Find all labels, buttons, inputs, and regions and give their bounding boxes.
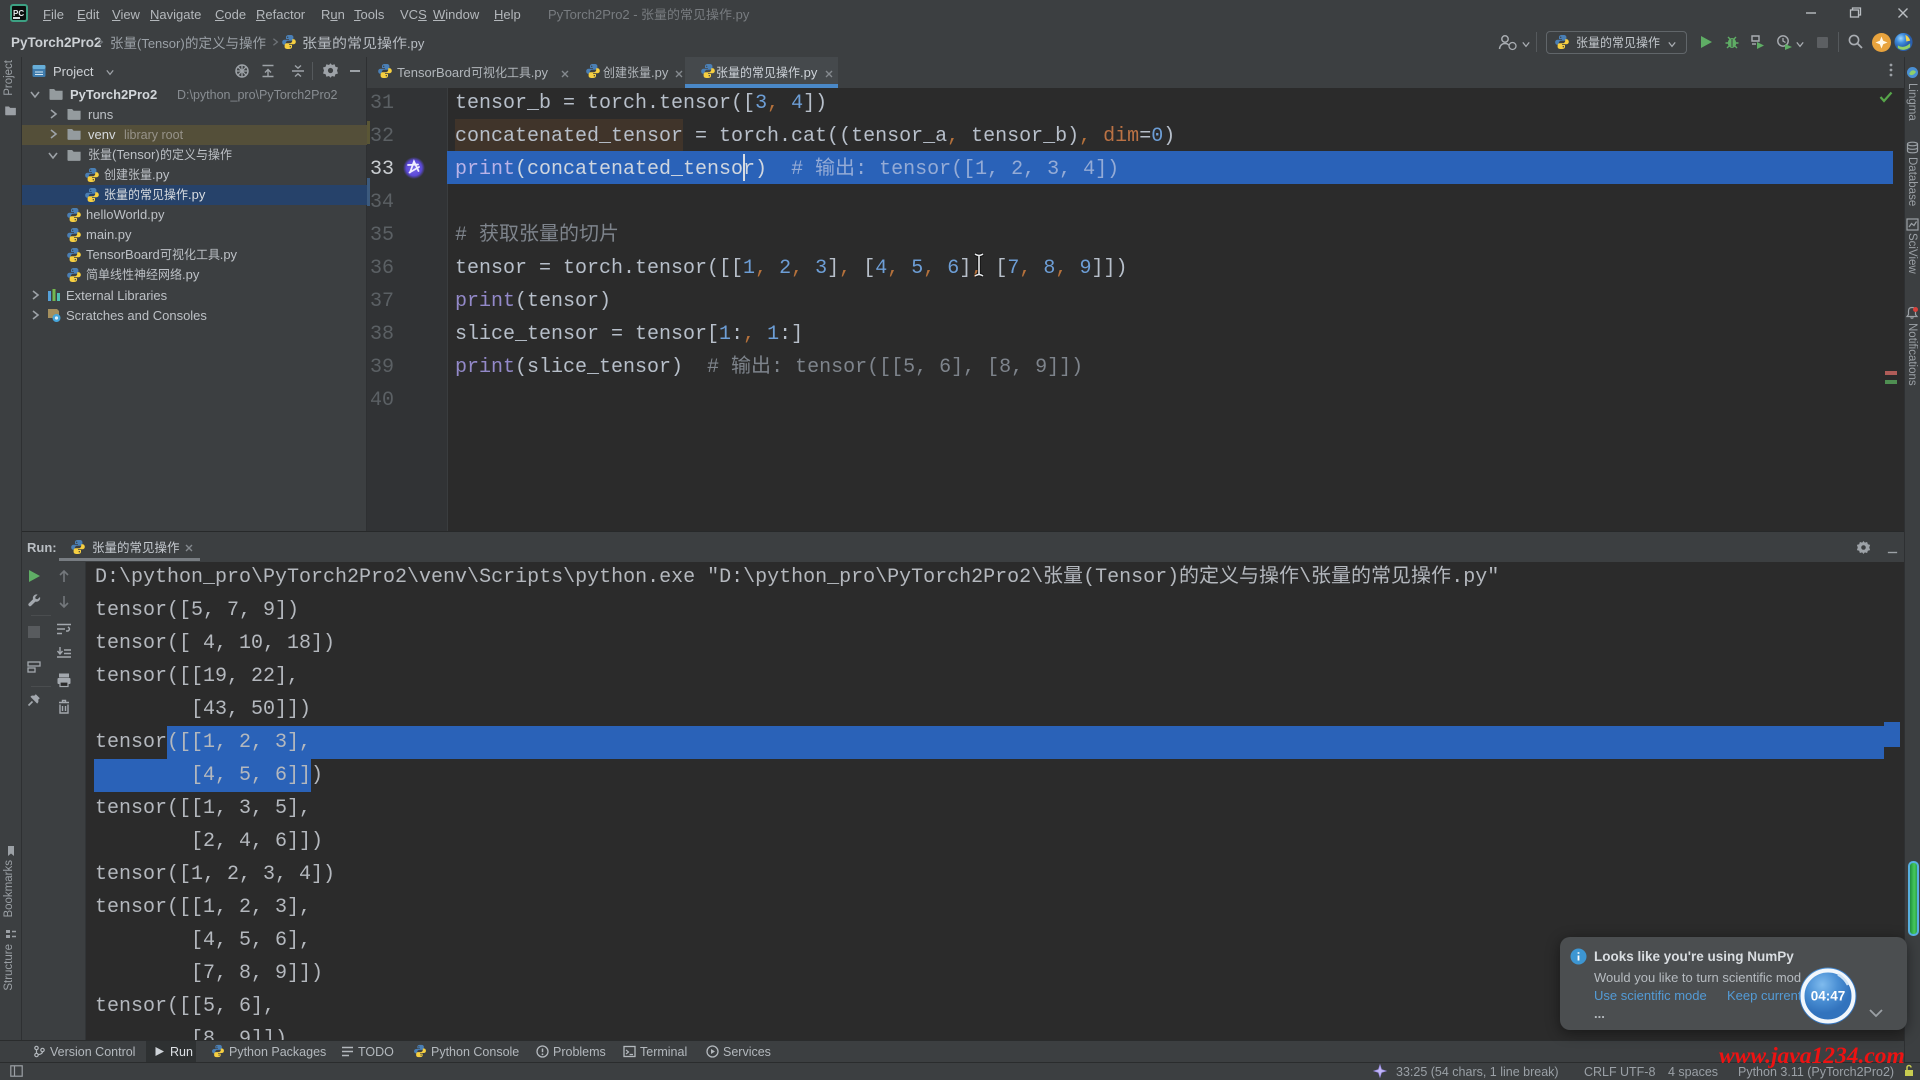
svg-text:04:47: 04:47	[1811, 989, 1846, 1004]
